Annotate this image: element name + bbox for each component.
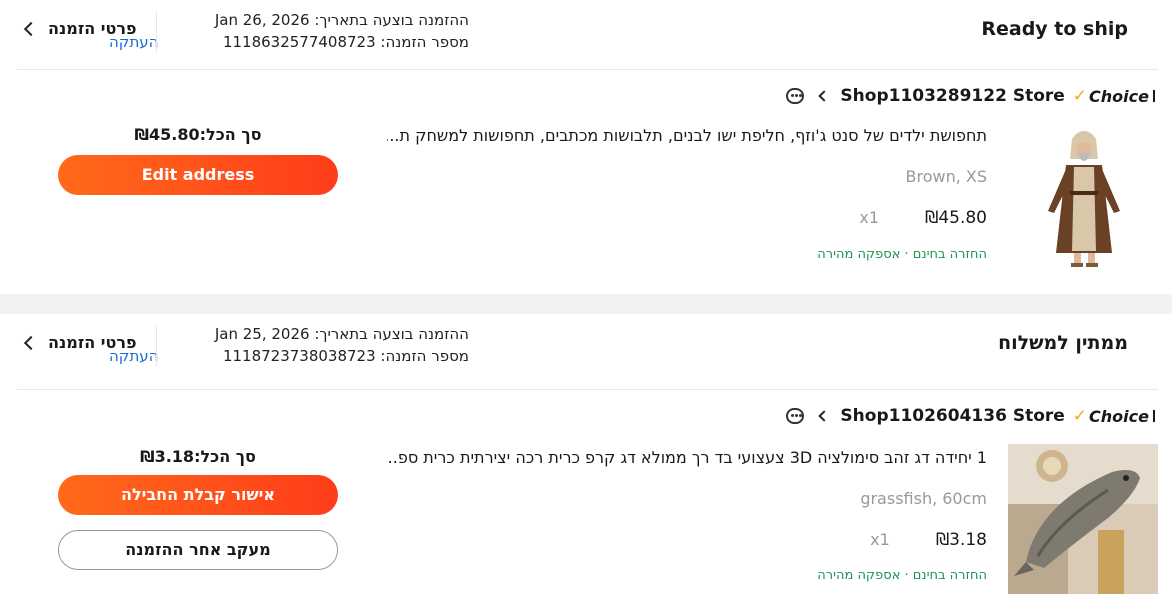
order-date: Jan 26, 2026 [214,11,310,29]
check-icon: ✓ [1072,406,1088,426]
chevron-left-icon [23,335,39,350]
track-order-button[interactable]: מעקב אחר ההזמנה [58,530,338,570]
order-number-label: מספר הזמנה: [380,33,469,51]
chevron-left-icon[interactable] [818,90,831,102]
order-total: סך הכל:₪3.18 [140,447,256,466]
divider [17,389,1158,390]
order-date-line: ההזמנה בוצעה בתאריך: Jan 26, 2026 [169,9,469,31]
check-icon: ✓ [1072,86,1088,106]
order-date-line: ההזמנה בוצעה בתאריך: Jan 25, 2026 [169,323,469,345]
order-number-line: מספר הזמנה: 1118632577408723 [169,31,469,53]
store-row: Choice ✓ Shop1103289122 Store [786,86,1155,106]
store-name-link[interactable]: Shop1102604136 Store [840,406,1064,426]
order-number-line: מספר הזמנה: 1118723738038723 [169,345,469,367]
order-meta: ההזמנה בוצעה בתאריך: Jan 25, 2026 מספר ה… [109,323,469,367]
divider [156,326,157,366]
choice-label: Choice [1089,86,1149,106]
order-date-label: ההזמנה בוצעה בתאריך: [314,11,469,29]
order-meta: ההזמנה בוצעה בתאריך: Jan 26, 2026 מספר ה… [109,9,469,53]
order-card: Ready to ship ההזמנה בוצעה בתאריך: Jan 2… [0,0,1172,294]
edit-address-button[interactable]: Edit address [58,155,338,195]
product-quantity: x1 [870,530,890,549]
product-image[interactable] [1008,121,1158,271]
product-quantity: x1 [859,208,879,227]
order-date: Jan 25, 2026 [214,325,310,343]
chat-icon[interactable] [786,88,805,104]
product-variant: Brown, XS [905,167,987,186]
delivery-perks: החזרה בחינם · אספקה מהירה [817,568,987,583]
product-price: ₪3.18 [935,530,987,550]
order-details-label: פרטי הזמנה [48,333,137,352]
order-details-link[interactable]: פרטי הזמנה [22,19,137,38]
store-row: Choice ✓ Shop1102604136 Store [786,406,1155,426]
order-date-label: ההזמנה בוצעה בתאריך: [314,325,469,343]
choice-badge: Choice ✓ [1073,406,1155,426]
order-number-label: מספר הזמנה: [380,347,469,365]
order-details-link[interactable]: פרטי הזמנה [22,333,137,352]
order-status: Ready to ship [981,18,1128,40]
product-title-link[interactable]: תחפושת ילדים של סנט ג'וזף, חליפת ישו לבנ… [387,126,987,145]
product-variant: grassfish, 60cm [860,489,987,508]
price-row: ₪45.80 x1 [859,208,987,228]
store-name-link[interactable]: Shop1103289122 Store [840,86,1064,106]
delivery-perks: החזרה בחינם · אספקה מהירה [817,247,987,262]
product-title-link[interactable]: 1 יחידה דג זהב סימולציה 3D צעצועי בד רך … [387,448,987,467]
product-image[interactable] [1008,444,1158,594]
order-details-label: פרטי הזמנה [48,19,137,38]
price-row: ₪3.18 x1 [870,530,987,550]
order-card: ממתין למשלוח ההזמנה בוצעה בתאריך: Jan 25… [0,314,1172,615]
order-number: 1118723738038723 [222,347,376,365]
chevron-left-icon[interactable] [818,410,831,422]
divider [156,12,157,52]
chevron-left-icon [23,21,39,36]
confirm-receipt-button[interactable]: אישור קבלת החבילה [58,475,338,515]
order-number: 1118632577408723 [222,33,376,51]
badge-bar [1153,410,1155,422]
chat-icon[interactable] [786,408,805,424]
product-price: ₪45.80 [925,208,987,228]
order-separator [0,294,1172,314]
order-status: ממתין למשלוח [998,332,1128,354]
order-total: סך הכל:₪45.80 [134,125,262,144]
divider [17,69,1158,70]
badge-bar [1153,90,1155,102]
choice-badge: Choice ✓ [1073,86,1155,106]
choice-label: Choice [1089,406,1149,426]
